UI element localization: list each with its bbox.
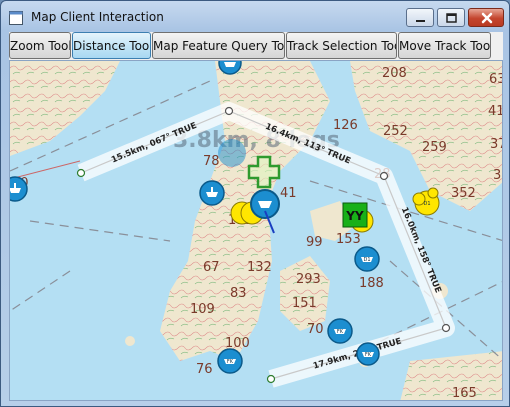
close-button[interactable] bbox=[468, 8, 504, 27]
depth-label: 630 bbox=[489, 72, 503, 87]
depth-label: 126 bbox=[333, 118, 358, 133]
vessel-track-icon: FK bbox=[217, 348, 243, 374]
depth-label: 418 bbox=[488, 104, 503, 119]
depth-label: 259 bbox=[422, 140, 447, 155]
vessel-track-icon bbox=[10, 176, 28, 202]
vessel-track-icon bbox=[199, 180, 225, 206]
depth-label: 352 bbox=[451, 186, 476, 201]
map-canvas: 3.8km, 8 legs 20863041837336612625225935… bbox=[10, 61, 503, 401]
depth-label: 373 bbox=[490, 137, 503, 152]
app-window: Map Client Interaction Zoom Tool Distanc… bbox=[0, 0, 510, 407]
svg-text:FK: FK bbox=[365, 352, 372, 358]
measurement-node bbox=[441, 323, 451, 333]
depth-label: 132 bbox=[247, 260, 272, 275]
minimize-icon bbox=[416, 20, 425, 22]
svg-text:FK: FK bbox=[227, 359, 234, 365]
close-icon bbox=[481, 12, 493, 24]
map-feature-query-tool-button[interactable]: Map Feature Query Tool bbox=[152, 32, 285, 59]
depth-label: 78 bbox=[203, 154, 220, 169]
depth-label: 366 bbox=[493, 168, 503, 183]
zoom-tool-button[interactable]: Zoom Tool bbox=[9, 32, 71, 59]
depth-label: 83 bbox=[230, 286, 247, 301]
map-view[interactable]: 3.8km, 8 legs 20863041837336612625225935… bbox=[9, 60, 503, 401]
app-icon bbox=[9, 10, 23, 25]
minimize-button[interactable] bbox=[406, 8, 434, 27]
vessel-track-icon: D1 bbox=[354, 246, 380, 272]
svg-text:D1: D1 bbox=[423, 201, 430, 207]
move-track-tool-button[interactable]: Move Track Tool bbox=[398, 32, 491, 59]
depth-label: 208 bbox=[382, 66, 407, 81]
depth-label: 99 bbox=[306, 235, 323, 250]
maximize-button[interactable] bbox=[437, 8, 465, 27]
vessel-track-icon: FK bbox=[327, 318, 353, 344]
svg-text:YY: YY bbox=[345, 209, 364, 223]
measurement-start-node bbox=[76, 168, 86, 178]
depth-label: 76 bbox=[196, 362, 213, 377]
track-label-box: YY bbox=[342, 202, 368, 228]
title-bar[interactable]: Map Client Interaction bbox=[1, 1, 509, 31]
measurement-end-node bbox=[266, 374, 276, 384]
depth-label: 109 bbox=[190, 302, 215, 317]
depth-label: 41 bbox=[280, 186, 297, 201]
distance-tool-button[interactable]: Distance Tool bbox=[72, 32, 151, 59]
depth-label: 70 bbox=[307, 322, 324, 337]
vessel-track-icon: FK bbox=[356, 342, 380, 366]
track-selection-tool-button[interactable]: Track Selection Tool bbox=[286, 32, 397, 59]
svg-text:FK: FK bbox=[337, 329, 344, 335]
tool-bar: Zoom Tool Distance Tool Map Feature Quer… bbox=[9, 32, 503, 60]
depth-label: 67 bbox=[203, 260, 220, 275]
measurement-node bbox=[379, 171, 389, 181]
depth-label: 293 bbox=[296, 272, 321, 287]
depth-label: 252 bbox=[383, 124, 408, 139]
depth-label: 151 bbox=[292, 296, 317, 311]
depth-label: 188 bbox=[359, 276, 384, 291]
depth-label: 165 bbox=[452, 386, 477, 401]
measurement-node bbox=[224, 106, 234, 116]
svg-text:D1: D1 bbox=[363, 257, 370, 263]
depth-label: 153 bbox=[336, 232, 361, 247]
window-title: Map Client Interaction bbox=[31, 10, 164, 24]
